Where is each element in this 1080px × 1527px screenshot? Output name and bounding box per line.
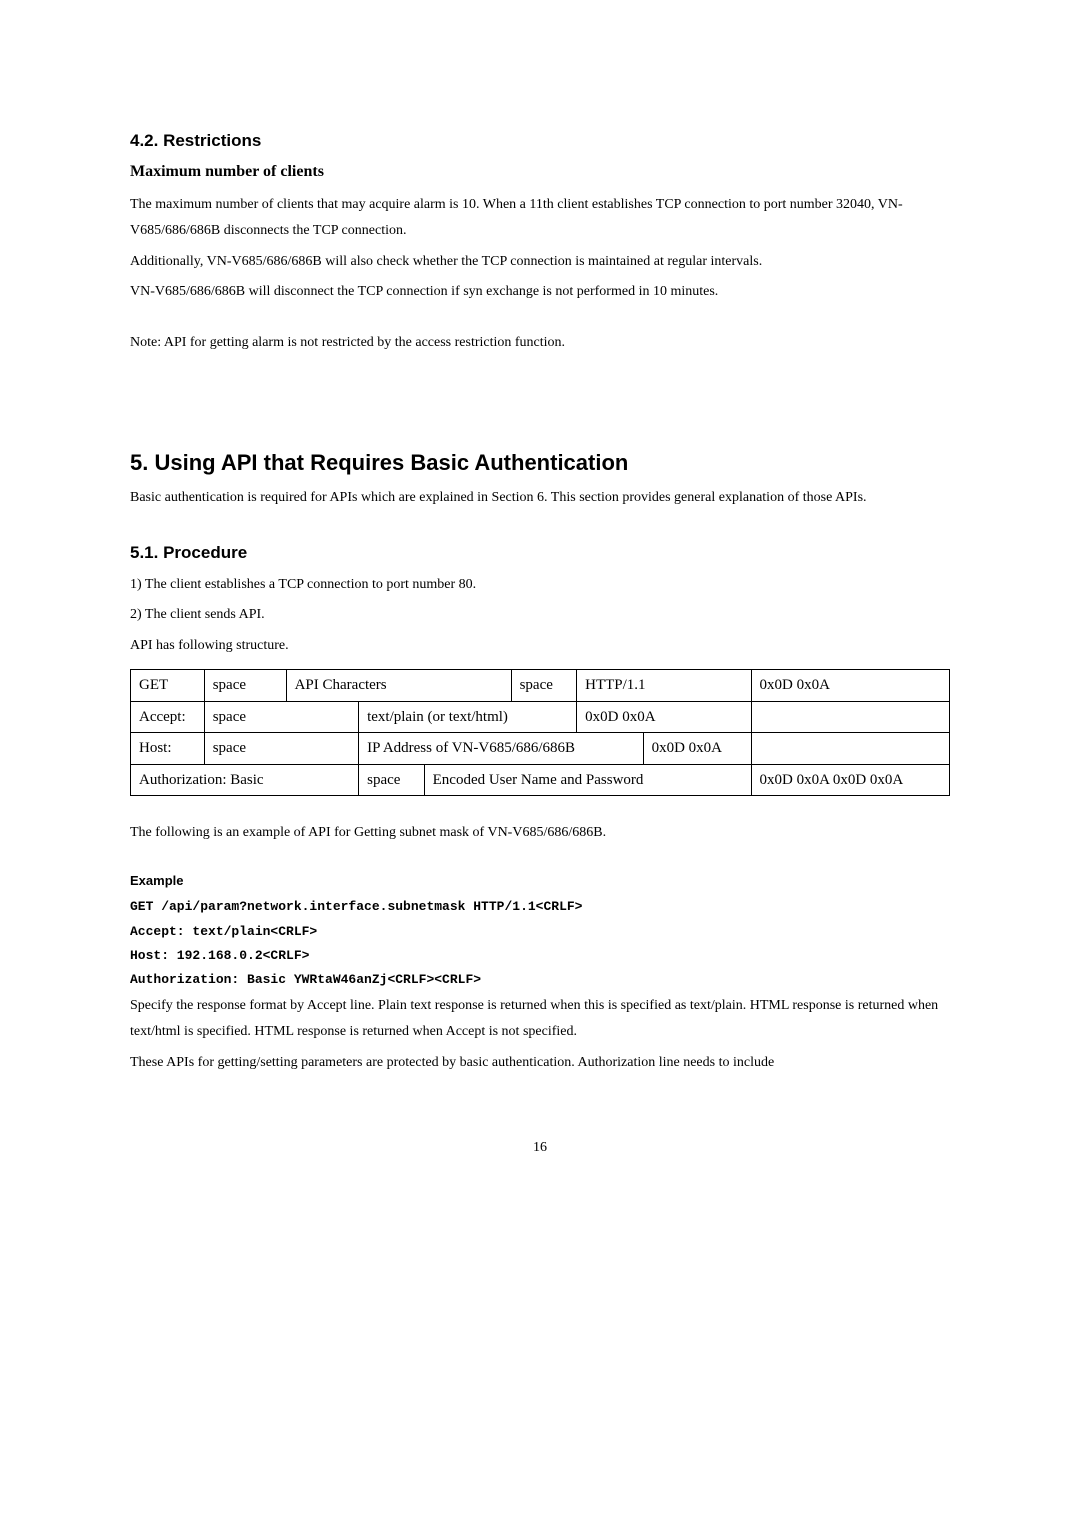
paragraph: Specify the response format by Accept li… xyxy=(130,993,950,1046)
table-row: Authorization: Basic space Encoded User … xyxy=(131,764,950,796)
subheading-max-clients: Maximum number of clients xyxy=(130,160,950,184)
table-cell: API Characters xyxy=(286,670,511,702)
table-cell: space xyxy=(204,670,286,702)
code-line: Accept: text/plain<CRLF> xyxy=(130,921,950,943)
paragraph: Additionally, VN-V685/686/686B will also… xyxy=(130,249,950,276)
table-cell: HTTP/1.1 xyxy=(577,670,751,702)
paragraph: The maximum number of clients that may a… xyxy=(130,192,950,245)
table-cell: 0x0D 0x0A xyxy=(643,733,751,765)
table-cell: GET xyxy=(131,670,205,702)
table-cell xyxy=(751,701,950,733)
page-number: 16 xyxy=(130,1137,950,1158)
table-cell: 0x0D 0x0A xyxy=(751,670,950,702)
table-cell: space xyxy=(359,764,425,796)
paragraph: These APIs for getting/setting parameter… xyxy=(130,1050,950,1077)
paragraph: VN-V685/686/686B will disconnect the TCP… xyxy=(130,279,950,306)
table-row: Host: space IP Address of VN-V685/686/68… xyxy=(131,733,950,765)
note-paragraph: Note: API for getting alarm is not restr… xyxy=(130,330,950,357)
table-cell: Host: xyxy=(131,733,205,765)
paragraph: The following is an example of API for G… xyxy=(130,820,950,847)
heading-4-2: 4.2. Restrictions xyxy=(130,128,950,154)
paragraph: 2) The client sends API. xyxy=(130,602,950,629)
paragraph: API has following structure. xyxy=(130,633,950,660)
table-cell: Encoded User Name and Password xyxy=(424,764,751,796)
example-label: Example xyxy=(130,871,950,891)
code-line: GET /api/param?network.interface.subnetm… xyxy=(130,896,950,918)
paragraph: 1) The client establishes a TCP connecti… xyxy=(130,572,950,599)
heading-5: 5. Using API that Requires Basic Authent… xyxy=(130,446,950,479)
table-row: GET space API Characters space HTTP/1.1 … xyxy=(131,670,950,702)
code-line: Host: 192.168.0.2<CRLF> xyxy=(130,945,950,967)
table-cell: space xyxy=(511,670,577,702)
paragraph: Basic authentication is required for API… xyxy=(130,485,950,512)
table-cell: 0x0D 0x0A 0x0D 0x0A xyxy=(751,764,950,796)
api-structure-table: GET space API Characters space HTTP/1.1 … xyxy=(130,669,950,796)
table-cell: IP Address of VN-V685/686/686B xyxy=(359,733,643,765)
table-row: Accept: space text/plain (or text/html) … xyxy=(131,701,950,733)
table-cell: space xyxy=(204,733,358,765)
table-cell: Accept: xyxy=(131,701,205,733)
table-cell xyxy=(751,733,950,765)
table-cell: text/plain (or text/html) xyxy=(359,701,577,733)
table-cell: Authorization: Basic xyxy=(131,764,359,796)
table-cell: space xyxy=(204,701,358,733)
code-line: Authorization: Basic YWRtaW46anZj<CRLF><… xyxy=(130,969,950,991)
heading-5-1: 5.1. Procedure xyxy=(130,540,950,566)
table-cell: 0x0D 0x0A xyxy=(577,701,751,733)
